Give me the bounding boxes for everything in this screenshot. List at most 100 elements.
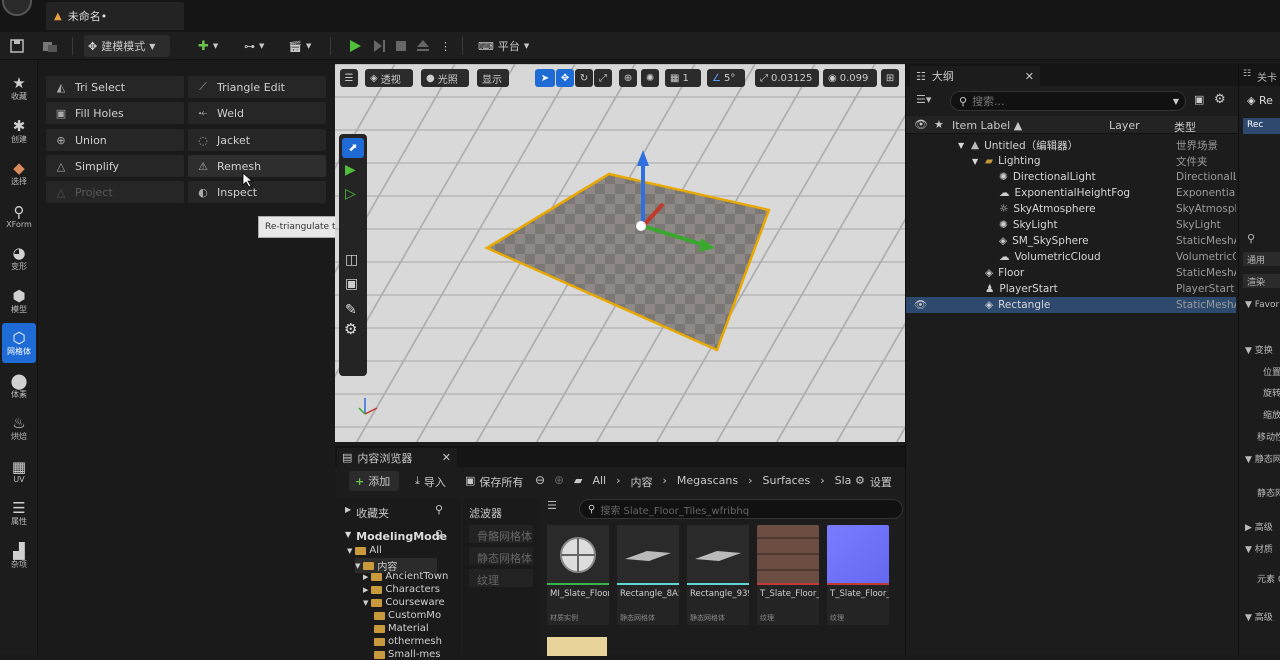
asset-tile[interactable]: Rectangle_9393BAAC 静态网格体 <box>687 525 749 625</box>
category-deform[interactable]: ◕ 变形 <box>2 238 36 278</box>
forward-arrow-icon[interactable]: ⊕ <box>554 473 564 487</box>
details-search-icon[interactable]: ⚲ <box>1247 232 1255 245</box>
expand-arrow-icon[interactable]: ▼ <box>355 562 360 570</box>
breadcrumb-content[interactable]: 内容 <box>631 474 653 490</box>
face-tool-icon[interactable]: ▷ <box>345 186 356 202</box>
column-layer[interactable]: Layer <box>1109 119 1140 132</box>
grid-snap-button[interactable]: ▦ 1 <box>665 69 701 87</box>
vertex-tool-icon[interactable]: ▶ <box>345 162 356 178</box>
outliner-row[interactable]: ◈ Floor StaticMeshA <box>906 265 1236 281</box>
select-mode-icon[interactable]: ➤ <box>535 69 555 87</box>
details-component-row[interactable]: Rec <box>1243 118 1280 134</box>
asset-tile[interactable]: T_Slate_Floor_Tiles_wfribhq 纹理 <box>827 525 889 625</box>
folder-tree-item[interactable]: Material <box>371 623 429 634</box>
expand-arrow-icon[interactable]: ▼ <box>972 157 980 166</box>
settings-tool-icon[interactable]: ⚙ <box>344 320 357 338</box>
scale-snap-button[interactable]: ⤢ 0.03125 <box>755 69 819 87</box>
details-general-button[interactable]: 通用 <box>1243 252 1280 266</box>
asset-tile[interactable]: Rectangle_8A50E1A4 静态网格体 <box>617 525 679 625</box>
settings-icon[interactable]: ⚙ <box>1214 92 1226 107</box>
outliner-row[interactable]: ☁ VolumetricCloud VolumetricCl <box>906 249 1236 265</box>
folder-tree-item[interactable]: othermesh <box>371 636 442 647</box>
document-tab[interactable]: ▲ 未命名• <box>46 2 184 30</box>
project-header[interactable]: ▼ ModelingMode <box>345 530 447 543</box>
viewport-menu-icon[interactable]: ☰ <box>340 69 358 87</box>
close-icon[interactable]: ✕ <box>442 451 451 464</box>
details-render-button[interactable]: 渲染 <box>1243 274 1280 288</box>
settings-button[interactable]: ⚙ 设置 <box>855 474 892 490</box>
filter-icon[interactable]: ☰▾ <box>916 93 931 106</box>
outliner-row[interactable]: ◈ SM_SkySphere StaticMeshA <box>906 233 1236 249</box>
category-mesh[interactable]: ⬡ 网格体 <box>2 323 36 363</box>
expand-arrow-icon[interactable]: ▼ <box>958 141 966 150</box>
add-folder-icon[interactable]: ▣ <box>1194 93 1204 106</box>
expand-arrow-icon[interactable]: ▼ <box>347 547 352 555</box>
view-mode-button[interactable]: ◈ 透视 <box>365 69 413 87</box>
visibility-icon[interactable]: 👁︎ <box>914 298 927 311</box>
category-voxel[interactable]: ⬤ 体素 <box>2 366 36 406</box>
search-icon[interactable]: ⚲ <box>435 503 443 516</box>
category-misc[interactable]: ▟ 杂项 <box>2 536 36 576</box>
category-model[interactable]: ⬢ 模型 <box>2 281 36 321</box>
browse-icon[interactable] <box>38 35 62 57</box>
details-tab[interactable]: ☷ 关卡 <box>1239 64 1280 86</box>
details-static-mesh-section[interactable]: ▼ 静态网 <box>1245 452 1280 465</box>
category-attributes[interactable]: ☰ 属性 <box>2 493 36 533</box>
search-icon[interactable]: ⚲ <box>435 528 443 541</box>
save-all-button[interactable]: ▣ 保存所有 <box>465 474 523 490</box>
step-button[interactable] <box>368 35 390 57</box>
outliner-row[interactable]: ♟ PlayerStart PlayerStart <box>906 281 1236 297</box>
outliner-row[interactable]: ☁ ExponentialHeightFog ExponentialH <box>906 185 1236 201</box>
folder-tree-item[interactable]: ▶ Characters <box>363 584 440 595</box>
breadcrumb-megascans[interactable]: Megascans <box>677 474 738 490</box>
eject-button[interactable] <box>412 35 434 57</box>
filter-skeletal-mesh[interactable]: 骨骼网格体 <box>469 525 533 543</box>
category-bake[interactable]: ♨ 烘焙 <box>2 408 36 448</box>
outliner-row[interactable]: ☼ SkyAtmosphere SkyAtmosph <box>906 201 1236 217</box>
stop-button[interactable] <box>390 35 412 57</box>
triangle-edit-button[interactable]: ⟋ Triangle Edit <box>188 76 326 98</box>
details-materials[interactable]: ▼ 材质 <box>1245 542 1273 555</box>
play-button[interactable] <box>344 35 366 57</box>
play-options-icon[interactable]: ⋮ <box>436 35 455 57</box>
scale-icon[interactable]: ⤢ <box>594 69 612 87</box>
breadcrumb-slate[interactable]: Sla <box>835 474 852 490</box>
union-button[interactable]: ⊕ Union <box>46 129 184 151</box>
breadcrumb-all[interactable]: All <box>592 474 606 490</box>
asset-tile[interactable]: MI_Slate_Floor_Tiles_… 材质实例 <box>547 525 609 625</box>
project-button[interactable]: △ Project <box>46 181 184 203</box>
details-favorites[interactable]: ▼ Favori <box>1245 300 1280 310</box>
cinematics-button[interactable]: 🎬︎ ▼ <box>284 35 315 57</box>
category-create[interactable]: ✱ 创建 <box>2 111 36 151</box>
outliner-search-input[interactable]: ⚲ 搜索... ▼ <box>950 91 1186 111</box>
tri-select-button[interactable]: ◭ Tri Select <box>46 76 184 98</box>
category-select[interactable]: ◆ 选择 <box>2 153 36 193</box>
unreal-logo-icon[interactable] <box>2 0 32 16</box>
add-actor-button[interactable]: ✚ ▼ <box>194 35 222 57</box>
brush-tool-icon[interactable]: ✎ <box>345 302 357 318</box>
expand-arrow-icon[interactable]: ▼ <box>363 599 368 607</box>
pin-column-icon[interactable]: ★ <box>934 118 944 131</box>
details-advanced-2[interactable]: ▼ 高级 <box>1245 610 1273 623</box>
folder-tree-item[interactable]: CustomMo <box>371 610 441 621</box>
inspect-button[interactable]: ◐ Inspect <box>188 181 326 203</box>
details-advanced[interactable]: ▶ 高级 <box>1245 520 1273 533</box>
filter-texture[interactable]: 纹理 <box>469 569 533 587</box>
details-transform[interactable]: ▼ 变换 <box>1245 343 1273 356</box>
outliner-row[interactable]: ▼ ▰ Lighting 文件夹 <box>906 153 1236 169</box>
blueprint-button[interactable]: ⊶ ▼ <box>240 35 268 57</box>
outliner-row[interactable]: ✺ SkyLight SkyLight <box>906 217 1236 233</box>
outliner-row[interactable]: ▼ ▲ Untitled（编辑器） 世界场景 <box>906 137 1236 153</box>
lighting-button[interactable]: ● 光照 <box>421 69 469 87</box>
asset-filter-icon[interactable]: ☰ <box>547 499 557 512</box>
split-tool-icon[interactable]: ◫ <box>345 252 358 268</box>
fill-holes-button[interactable]: ▣ Fill Holes <box>46 102 184 124</box>
column-type[interactable]: 类型 <box>1174 119 1196 135</box>
show-button[interactable]: 显示 <box>477 69 509 87</box>
level-viewport[interactable] <box>335 64 905 442</box>
back-arrow-icon[interactable]: ⊖ <box>535 473 545 487</box>
asset-search-input[interactable]: ⚲ 搜索 Slate_Floor_Tiles_wfribhq <box>579 499 903 519</box>
folder-tree-item[interactable]: ▶ AncientTown <box>363 571 448 582</box>
gizmo-pivot[interactable] <box>636 221 646 231</box>
column-item-label[interactable]: Item Label ▲ <box>952 119 1022 132</box>
